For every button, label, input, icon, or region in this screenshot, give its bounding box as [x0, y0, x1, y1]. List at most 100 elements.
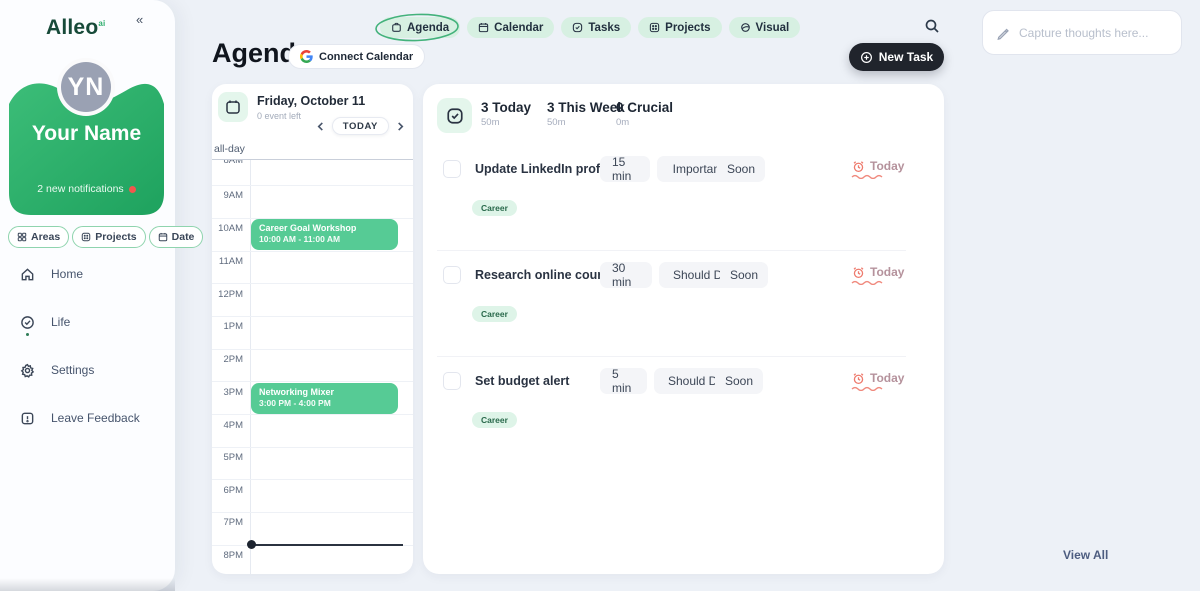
sidebar-item-settings[interactable]: Settings — [20, 362, 160, 378]
task-duration-pill[interactable]: 15 min — [600, 156, 650, 182]
capture-thoughts-input[interactable]: Capture thoughts here... — [982, 10, 1182, 55]
calendar-panel: Friday, October 11 0 event left TODAY 8A… — [212, 84, 413, 574]
app-logo-text: Alleo — [46, 16, 98, 40]
hour-label: 10AM — [212, 223, 243, 234]
notifications-link[interactable]: 2 new notifications — [9, 183, 164, 195]
connect-calendar-label: Connect Calendar — [319, 51, 413, 63]
projects-icon — [81, 232, 91, 242]
hour-label: 12PM — [212, 289, 243, 300]
life-active-dot — [26, 333, 29, 336]
task-due-badge[interactable]: Today — [852, 159, 904, 173]
filter-areas-button[interactable]: Areas — [8, 226, 69, 248]
task-duration-pill[interactable]: 30 min — [600, 262, 652, 288]
google-icon — [300, 50, 313, 63]
tab-projects[interactable]: Projects — [638, 17, 721, 38]
tab-label: Visual — [756, 22, 790, 34]
sidebar-bottom-shadow — [0, 578, 175, 591]
notification-dot — [129, 186, 136, 193]
top-navigation: Agenda Calendar Tasks Projects Visual — [380, 17, 800, 38]
task-urgency-pill[interactable]: Soon — [717, 156, 765, 182]
hour-label: 4PM — [212, 420, 243, 431]
task-due-label: Today — [870, 159, 904, 173]
stat-duration: 0m — [616, 117, 673, 128]
stat-headline: 0 Crucial — [616, 100, 673, 115]
hour-label: 8PM — [212, 550, 243, 561]
sidebar-item-label: Life — [51, 315, 70, 329]
task-due-label: Today — [870, 265, 904, 279]
avatar[interactable]: YN — [57, 58, 115, 116]
tab-calendar[interactable]: Calendar — [467, 17, 554, 38]
task-urgency-pill[interactable]: Soon — [720, 262, 768, 288]
calendar-event-career-goal-workshop[interactable]: Career Goal Workshop 10:00 AM - 11:00 AM — [251, 219, 398, 250]
sidebar-item-label: Settings — [51, 363, 94, 377]
tab-label: Agenda — [407, 22, 449, 34]
time-column-divider — [250, 140, 251, 574]
app-logo-suffix: ai — [98, 19, 105, 28]
stat-crucial: 0 Crucial 0m — [616, 100, 673, 128]
calendar-icon — [225, 99, 241, 115]
task-checkbox[interactable] — [443, 160, 461, 178]
tab-visual[interactable]: Visual — [729, 17, 801, 38]
home-icon — [20, 267, 35, 282]
filter-label: Projects — [95, 231, 136, 243]
task-checkbox[interactable] — [443, 372, 461, 390]
task-due-label: Today — [870, 371, 904, 385]
event-time: 3:00 PM - 4:00 PM — [259, 398, 390, 408]
sidebar-item-home[interactable]: Home — [20, 266, 160, 282]
all-day-row: all-day — [212, 140, 413, 160]
areas-icon — [17, 232, 27, 242]
current-time-dot[interactable] — [247, 540, 256, 549]
filter-projects-button[interactable]: Projects — [72, 226, 145, 248]
task-checkbox[interactable] — [443, 266, 461, 284]
tab-label: Tasks — [588, 22, 620, 34]
day-time-grid[interactable]: 8AM 9AM 10AM 11AM 12PM 1PM 2PM 3PM 4PM 5… — [212, 140, 413, 574]
tab-label: Calendar — [494, 22, 543, 34]
task-tag[interactable]: Career — [472, 306, 517, 322]
hour-label: 7PM — [212, 517, 243, 528]
sidebar-menu: Home Life Settings Leave Feedback — [20, 266, 160, 442]
task-title[interactable]: Update LinkedIn profile — [475, 162, 614, 176]
task-duration-pill[interactable]: 5 min — [600, 368, 647, 394]
filter-label: Date — [172, 231, 195, 243]
task-due-badge[interactable]: Today — [852, 265, 904, 279]
filter-date-button[interactable]: Date — [149, 226, 204, 248]
sidebar: Alleoai « YN Your Name 2 new notificatio… — [0, 0, 175, 591]
calendar-icon — [478, 22, 489, 33]
all-day-label: all-day — [214, 143, 245, 155]
calendar-event-networking-mixer[interactable]: Networking Mixer 3:00 PM - 4:00 PM — [251, 383, 398, 414]
chevron-right-icon[interactable] — [396, 122, 405, 131]
tab-agenda[interactable]: Agenda — [380, 17, 460, 38]
sidebar-item-label: Leave Feedback — [51, 411, 140, 425]
app-logo[interactable]: Alleoai — [46, 16, 166, 40]
stat-duration: 50m — [547, 117, 625, 128]
current-time-line — [250, 544, 403, 546]
sidebar-item-life[interactable]: Life — [20, 314, 160, 330]
task-urgency-pill[interactable]: Soon — [715, 368, 763, 394]
task-due-badge[interactable]: Today — [852, 371, 904, 385]
connect-calendar-button[interactable]: Connect Calendar — [288, 44, 425, 69]
tab-tasks[interactable]: Tasks — [561, 17, 631, 38]
today-button[interactable]: TODAY — [332, 117, 389, 135]
hour-label: 3PM — [212, 387, 243, 398]
hour-label: 9AM — [212, 190, 243, 201]
task-title[interactable]: Set budget alert — [475, 374, 569, 388]
task-tag[interactable]: Career — [472, 200, 517, 216]
search-icon — [924, 18, 940, 34]
user-name: Your Name — [9, 122, 164, 146]
sidebar-item-leave-feedback[interactable]: Leave Feedback — [20, 410, 160, 426]
chevron-left-icon[interactable] — [316, 122, 325, 131]
task-tag[interactable]: Career — [472, 412, 517, 428]
event-time: 10:00 AM - 11:00 AM — [259, 234, 390, 244]
sidebar-collapse-icon[interactable]: « — [136, 12, 143, 27]
view-all-link[interactable]: View All — [1063, 548, 1108, 562]
notifications-text: 2 new notifications — [37, 183, 123, 195]
sidebar-item-label: Home — [51, 267, 83, 281]
calendar-date-title: Friday, October 11 — [257, 92, 365, 108]
app-window: Alleoai « YN Your Name 2 new notificatio… — [0, 0, 1200, 591]
filter-row: Areas Projects Date — [8, 226, 168, 248]
alarm-clock-icon — [852, 160, 865, 173]
stat-headline: 3 This Week — [547, 100, 625, 115]
new-task-label: New Task — [879, 50, 933, 64]
new-task-button[interactable]: New Task — [849, 43, 944, 71]
search-button[interactable] — [924, 18, 942, 36]
